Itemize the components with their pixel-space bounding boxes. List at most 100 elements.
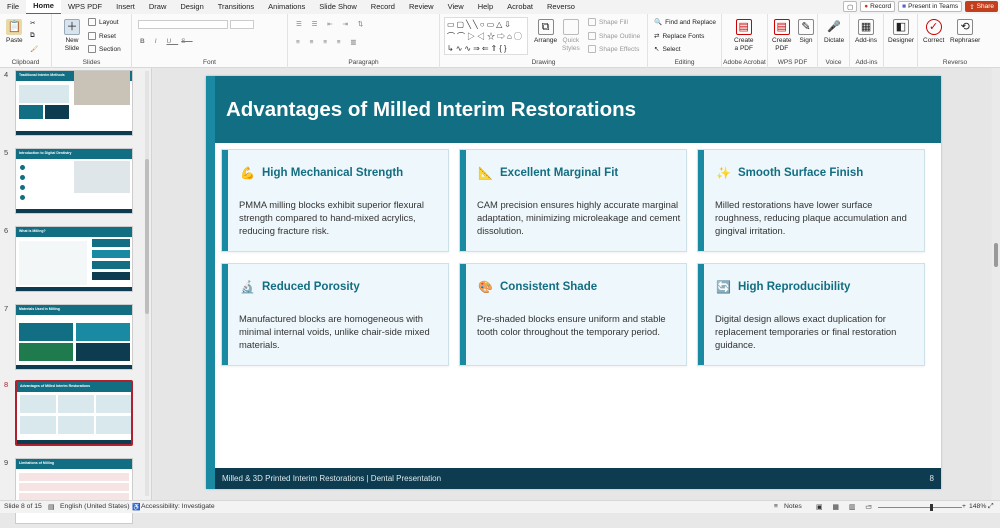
menu-file[interactable]: File bbox=[0, 0, 26, 14]
record-button[interactable]: ● Record bbox=[860, 1, 896, 12]
designer-label: Designer bbox=[888, 37, 915, 44]
menu-draw[interactable]: Draw bbox=[142, 0, 174, 14]
dictate-button[interactable]: 🎤 Dictate bbox=[824, 19, 844, 45]
thumbnail-number: 7 bbox=[4, 304, 9, 313]
cut-button[interactable]: ✂ bbox=[30, 19, 35, 27]
thumbnail-scroll-thumb[interactable] bbox=[145, 159, 149, 314]
share-button[interactable]: ⇪ Share bbox=[965, 1, 998, 12]
menu-design[interactable]: Design bbox=[173, 0, 210, 14]
menu-reverso[interactable]: Reverso bbox=[540, 0, 582, 14]
section-button[interactable]: Section bbox=[88, 45, 121, 53]
correct-button[interactable]: ✓ Correct bbox=[923, 19, 944, 45]
accessibility-status[interactable]: Accessibility: Investigate bbox=[141, 503, 215, 510]
zoom-in-button[interactable]: + bbox=[962, 503, 966, 510]
designer-group: ◧ Designer bbox=[884, 14, 918, 68]
font-name-box[interactable] bbox=[138, 20, 228, 29]
zoom-slider-thumb[interactable] bbox=[930, 504, 933, 511]
notes-button[interactable]: Notes bbox=[784, 503, 802, 510]
menu-home[interactable]: Home bbox=[26, 0, 61, 15]
layout-button[interactable]: Layout bbox=[88, 18, 119, 26]
canvas-scroll-thumb[interactable] bbox=[994, 243, 998, 267]
card-body: PMMA milling blocks exhibit superior fle… bbox=[239, 199, 424, 236]
record-label: Record bbox=[870, 3, 892, 10]
shapes-gallery[interactable]: ▭▢╲╲○▭△⇩ ⌒⌒▷◁☆⇨⌂◯ ↳∿∿⇒⇐⇑{} bbox=[444, 17, 528, 55]
create-a-pdf-button[interactable]: ▤ Create a PDF bbox=[734, 19, 754, 53]
addins-group: ▦ Add-ins Add-ins bbox=[850, 14, 884, 68]
slide-title[interactable]: Advantages of Milled Interim Restoration… bbox=[226, 98, 636, 122]
shape-effects-button[interactable]: Shape Effects bbox=[588, 45, 639, 53]
thumbnail-slide-7[interactable]: 7 Materials Used in Milling bbox=[0, 304, 145, 374]
rephraser-button[interactable]: ⟲ Rephraser bbox=[950, 19, 980, 45]
card-accent-bar bbox=[698, 264, 704, 365]
thumbnail-number: 9 bbox=[4, 458, 9, 467]
select-button[interactable]: ↖ Select bbox=[654, 45, 681, 54]
quick-styles-button[interactable]: Quick Styles bbox=[562, 19, 580, 53]
shape-fill-button[interactable]: Shape Fill bbox=[588, 18, 628, 26]
sign-button[interactable]: ✎ Sign bbox=[798, 19, 814, 45]
menu-review[interactable]: Review bbox=[402, 0, 441, 14]
menu-view[interactable]: View bbox=[441, 0, 471, 14]
comments-button[interactable]: ▢ bbox=[843, 1, 858, 12]
arrange-button[interactable]: ⧉ Arrange bbox=[534, 19, 557, 45]
card-consistent-shade[interactable]: 🎨 Consistent Shade Pre-shaded blocks ens… bbox=[459, 263, 687, 366]
fit-to-window-icon[interactable]: ⤢ bbox=[988, 503, 993, 511]
select-label: Select bbox=[662, 45, 681, 53]
font-format-buttons[interactable]: BIUS bbox=[140, 38, 193, 45]
palette-icon: 🎨 bbox=[478, 280, 493, 294]
reverso-label: Reverso bbox=[942, 59, 968, 66]
find-replace-label: Find and Replace bbox=[665, 18, 717, 26]
status-bar: Slide 8 of 15 ▤ English (United States) … bbox=[0, 500, 1000, 513]
canvas-scrollbar[interactable] bbox=[992, 68, 1000, 500]
menu-help[interactable]: Help bbox=[471, 0, 500, 14]
card-title: High Mechanical Strength bbox=[262, 167, 404, 179]
spellcheck-icon[interactable]: ▤ bbox=[48, 503, 54, 511]
thumbnail-image: Materials Used in Milling bbox=[15, 304, 133, 370]
language-status[interactable]: English (United States) bbox=[60, 503, 130, 510]
menu-acrobat[interactable]: Acrobat bbox=[500, 0, 540, 14]
card-body: Digital design allows exact duplication … bbox=[715, 313, 897, 350]
thumbnail-number: 4 bbox=[4, 70, 9, 79]
thumbnail-scrollbar[interactable] bbox=[145, 71, 149, 496]
replace-fonts-button[interactable]: ⇄ Replace Fonts bbox=[654, 32, 704, 41]
find-replace-button[interactable]: 🔍 Find and Replace bbox=[654, 18, 717, 27]
format-painter-button[interactable]: 🖌 bbox=[30, 45, 38, 53]
thumbnail-slide-8-selected[interactable]: 8 Advantages of Milled Interim Restorati… bbox=[0, 380, 145, 450]
copy-button[interactable]: ⧉ bbox=[30, 32, 35, 40]
align-buttons[interactable]: ≡ ≡ ≡ ≡ ▥ bbox=[296, 38, 361, 46]
new-label: New bbox=[65, 37, 79, 44]
menu-transitions[interactable]: Transitions bbox=[211, 0, 261, 14]
menu-record[interactable]: Record bbox=[364, 0, 402, 14]
card-reduced-porosity[interactable]: 🔬 Reduced Porosity Manufactured blocks a… bbox=[221, 263, 449, 366]
menu-animations[interactable]: Animations bbox=[261, 0, 312, 14]
menu-wps-pdf[interactable]: WPS PDF bbox=[61, 0, 109, 14]
thumbnail-number: 5 bbox=[4, 148, 9, 157]
menu-slide-show[interactable]: Slide Show bbox=[312, 0, 364, 14]
slide-number: 8 bbox=[929, 474, 934, 483]
menu-insert[interactable]: Insert bbox=[109, 0, 142, 14]
thumbnail-slide-6[interactable]: 6 What is Milling? bbox=[0, 226, 145, 296]
designer-button[interactable]: ◧ Designer bbox=[888, 19, 914, 45]
list-buttons[interactable]: ☰ ☰ ⇤ ⇥ ⇅ bbox=[296, 20, 367, 28]
teams-icon: ■ bbox=[902, 3, 907, 10]
wps-create-pdf-button[interactable]: ▤ Create PDF bbox=[772, 19, 792, 53]
new-slide-button[interactable]: ＋ New Slide bbox=[64, 19, 80, 53]
font-size-box[interactable] bbox=[230, 20, 254, 29]
thumbnail-slide-9[interactable]: 9 Limitations of Milling bbox=[0, 458, 145, 528]
zoom-out-button[interactable]: − bbox=[868, 503, 872, 510]
card-high-mechanical-strength[interactable]: 💪 High Mechanical Strength PMMA milling … bbox=[221, 149, 449, 252]
shape-outline-button[interactable]: Shape Outline bbox=[588, 32, 640, 40]
card-smooth-surface-finish[interactable]: ✨ Smooth Surface Finish Milled restorati… bbox=[697, 149, 925, 252]
paste-label: Paste bbox=[6, 37, 23, 44]
rephraser-icon: ⟲ bbox=[957, 19, 974, 35]
card-excellent-marginal-fit[interactable]: 📐 Excellent Marginal Fit CAM precision e… bbox=[459, 149, 687, 252]
slide[interactable]: Advantages of Milled Interim Restoration… bbox=[206, 76, 941, 489]
thumbnail-slide-5[interactable]: 5 Introduction to Digital Dentistry bbox=[0, 148, 145, 218]
add-ins-button[interactable]: ▦ Add-ins bbox=[855, 19, 877, 45]
paste-button[interactable]: 📋 Paste bbox=[6, 19, 23, 45]
zoom-slider[interactable] bbox=[878, 507, 962, 508]
reset-button[interactable]: Reset bbox=[88, 32, 116, 40]
thumbnail-slide-4[interactable]: 4 Traditional Interim Methods bbox=[0, 70, 145, 140]
card-high-reproducibility[interactable]: 🔄 High Reproducibility Digital design al… bbox=[697, 263, 925, 366]
zoom-level[interactable]: 148% bbox=[969, 503, 986, 510]
present-in-teams-button[interactable]: ■ Present in Teams bbox=[898, 1, 963, 12]
